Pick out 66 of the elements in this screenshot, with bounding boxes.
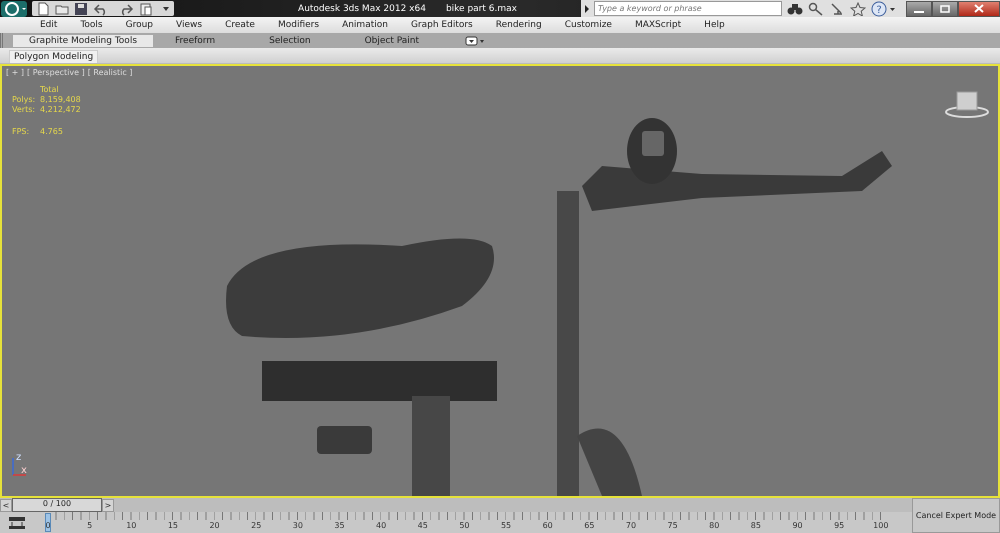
frame-number: 45 bbox=[416, 521, 429, 530]
menu-item[interactable]: Modifiers bbox=[266, 20, 330, 30]
viewport-label[interactable]: [ + ] bbox=[6, 68, 24, 77]
stats-header: Total bbox=[40, 85, 60, 94]
frame-number: 0 bbox=[44, 521, 52, 530]
frame-number: 25 bbox=[250, 521, 262, 530]
stat-label: Verts: bbox=[12, 105, 36, 114]
save-icon[interactable] bbox=[74, 2, 88, 16]
menu-item[interactable]: Help bbox=[692, 20, 736, 30]
close-icon[interactable] bbox=[974, 4, 984, 13]
file-name: bike part 6.max bbox=[446, 4, 517, 14]
menu-item[interactable]: Customize bbox=[552, 20, 623, 30]
frame-number: 85 bbox=[750, 521, 762, 530]
binoculars-icon[interactable] bbox=[787, 2, 803, 16]
frame-number: 55 bbox=[500, 521, 512, 530]
frame-number: 35 bbox=[333, 521, 346, 530]
frame-number: 20 bbox=[208, 521, 221, 530]
menu-item[interactable]: Create bbox=[213, 20, 266, 30]
frame-number: 5 bbox=[86, 521, 94, 530]
frame-number: 30 bbox=[292, 521, 304, 530]
menu-item[interactable]: Animation bbox=[330, 20, 399, 30]
frame-number: 40 bbox=[375, 521, 388, 530]
current-frame-marker[interactable] bbox=[45, 513, 51, 532]
frame-number: 50 bbox=[458, 521, 470, 530]
menu-item[interactable]: Rendering bbox=[484, 20, 553, 30]
frame-number: 10 bbox=[125, 521, 138, 530]
ribbon-tab[interactable]: Freeform bbox=[157, 34, 234, 46]
next-frame-button[interactable]: > bbox=[102, 498, 114, 512]
close-button[interactable] bbox=[958, 0, 1000, 16]
frame-number: 100 bbox=[872, 521, 890, 530]
app-logo-icon[interactable] bbox=[0, 0, 30, 17]
minimize-button[interactable] bbox=[906, 0, 932, 16]
menu-item[interactable]: Views bbox=[164, 20, 214, 30]
menu-item[interactable]: Edit bbox=[28, 20, 68, 30]
ribbon-panel-tab[interactable]: Polygon Modeling bbox=[9, 50, 98, 63]
maximize-button[interactable] bbox=[932, 0, 958, 16]
frame-number: 70 bbox=[624, 521, 638, 530]
window-title: Autodesk 3ds Max 2012 x64 bbox=[298, 4, 426, 14]
frame-number: 15 bbox=[166, 521, 180, 530]
key-mode-icon[interactable] bbox=[8, 516, 26, 530]
frame-number: 75 bbox=[666, 521, 679, 530]
frame-number: 80 bbox=[708, 521, 720, 530]
star-icon[interactable] bbox=[850, 2, 866, 16]
menu-item[interactable]: Graph Editors bbox=[398, 20, 484, 30]
frame-number: 95 bbox=[833, 521, 846, 530]
ribbon-tab[interactable]: Object Paint bbox=[346, 34, 438, 46]
ribbon-options-icon[interactable] bbox=[465, 36, 486, 46]
frame-number: 60 bbox=[542, 521, 554, 530]
maximize-icon[interactable] bbox=[940, 4, 950, 12]
menu-item[interactable]: Group bbox=[114, 20, 164, 30]
frame-number: 65 bbox=[583, 521, 596, 530]
stat-value: 4,212,472 bbox=[40, 105, 82, 114]
ribbon-tab[interactable]: Selection bbox=[251, 34, 329, 46]
viewport[interactable]: [ + ] [ Perspective ] [ Realistic ] Total Polys: 8,159,408 Verts: 4,212,472 FPS: 4.765 z x bbox=[0, 64, 1000, 498]
ribbon-tab[interactable]: Graphite Modeling Tools bbox=[13, 34, 154, 46]
fps-label: FPS: bbox=[12, 127, 30, 136]
search-field[interactable]: Type a keyword or phrase bbox=[594, 1, 782, 16]
stat-label: Polys: bbox=[12, 95, 36, 104]
menu-item[interactable]: MAXScript bbox=[622, 20, 692, 30]
frame-number: 90 bbox=[791, 521, 804, 530]
previous-frame-button[interactable]: < bbox=[0, 498, 12, 512]
fps-value: 4.765 bbox=[40, 127, 64, 136]
time-slider-handle[interactable]: 0 / 100 bbox=[12, 498, 102, 512]
menu-item[interactable]: Tools bbox=[68, 20, 114, 30]
cancel-expert-mode-button[interactable]: Cancel Expert Mode bbox=[912, 498, 1000, 533]
stat-value: 8,159,408 bbox=[40, 95, 82, 104]
